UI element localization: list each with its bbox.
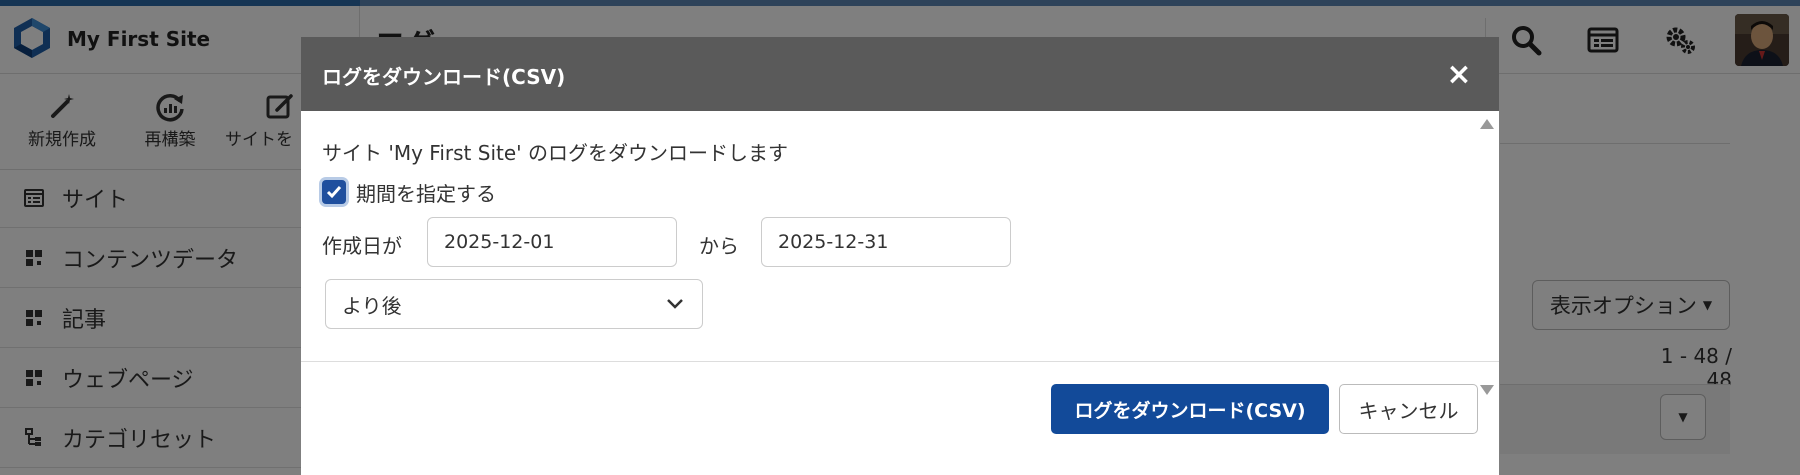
period-checkbox-row[interactable]: 期間を指定する (322, 178, 496, 206)
chevron-down-icon (667, 299, 683, 309)
modal-description: サイト 'My First Site' のログをダウンロードします (322, 141, 789, 165)
from-date-field[interactable] (427, 217, 677, 267)
check-icon (326, 186, 342, 199)
cancel-button[interactable]: キャンセル (1339, 384, 1478, 434)
to-date-field[interactable] (761, 217, 1011, 267)
range-select[interactable]: より後 (325, 279, 703, 329)
download-log-modal: ログをダウンロード(CSV) × サイト 'My First Site' のログ… (301, 37, 1499, 475)
download-csv-button[interactable]: ログをダウンロード(CSV) (1051, 384, 1329, 434)
period-checkbox-label: 期間を指定する (356, 181, 496, 206)
period-checkbox[interactable] (322, 180, 346, 204)
close-icon[interactable]: × (1444, 60, 1474, 90)
from-label: から (699, 234, 739, 258)
range-select-value: より後 (342, 293, 402, 318)
modal-header: ログをダウンロード(CSV) × (301, 37, 1499, 111)
created-date-label: 作成日が (322, 234, 402, 258)
modal-title: ログをダウンロード(CSV) (322, 65, 566, 89)
modal-footer-divider (301, 361, 1499, 362)
modal-scrollbar[interactable] (1479, 117, 1495, 397)
